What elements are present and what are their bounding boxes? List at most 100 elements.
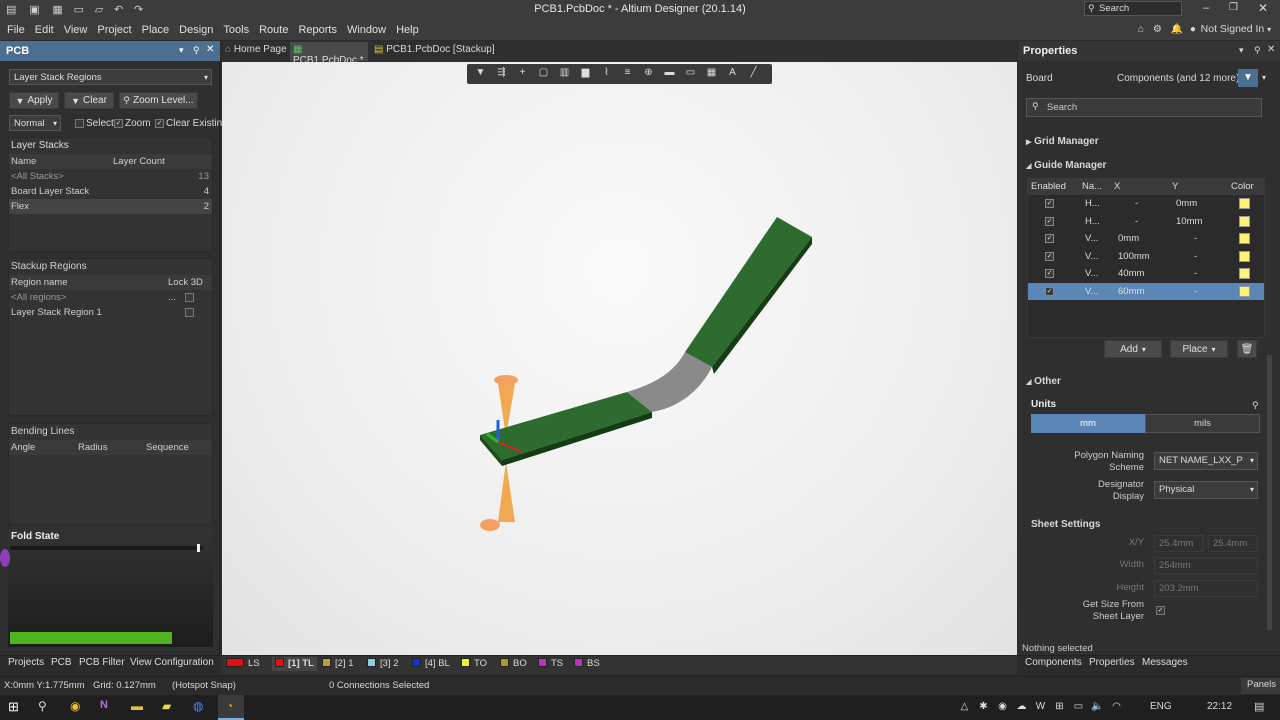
guide-color-swatch[interactable] xyxy=(1239,215,1250,227)
chrome-tray-icon[interactable]: ◉ xyxy=(993,701,1012,712)
col-region-name[interactable]: Region name xyxy=(11,275,68,290)
layer-stack-row[interactable]: <All Stacks> 13 xyxy=(9,169,212,184)
file-explorer-icon[interactable]: ▬ xyxy=(131,699,143,713)
guide-y[interactable]: - xyxy=(1194,283,1197,300)
altium-taskbar-button[interactable]: ◔ xyxy=(218,695,244,720)
layer-tab[interactable]: [4] BL xyxy=(412,657,450,671)
guide-enabled-checkbox[interactable]: ✓ xyxy=(1045,251,1054,261)
layer-tab[interactable]: TS xyxy=(538,657,563,671)
delete-guide-button[interactable]: 🗑 xyxy=(1237,340,1257,358)
menu-help[interactable]: Help xyxy=(391,20,424,40)
clear-existing-checkbox[interactable]: ✓ xyxy=(155,119,164,128)
sticky-notes-icon[interactable]: ▰ xyxy=(162,699,171,713)
col-sequence[interactable]: Sequence xyxy=(146,440,189,455)
panel-tab-projects[interactable]: Projects xyxy=(8,656,44,670)
lock-checkbox[interactable] xyxy=(185,293,194,302)
gear-icon[interactable]: ⚙ xyxy=(1153,24,1162,35)
menu-edit[interactable]: Edit xyxy=(30,20,59,40)
guide-row[interactable]: ✓ H... - 0mm xyxy=(1028,195,1264,212)
flex-board-3d[interactable] xyxy=(222,62,1017,655)
zoom-checkbox[interactable]: ✓ xyxy=(114,119,123,128)
open-icon[interactable]: ▭ xyxy=(74,4,84,16)
col-x[interactable]: X xyxy=(1114,178,1120,195)
onenote-icon[interactable]: N xyxy=(100,699,108,711)
grid-manager-header[interactable]: ▶ Grid Manager xyxy=(1026,136,1099,147)
guide-color-swatch[interactable] xyxy=(1239,233,1250,244)
panel-tab-pcb-filter[interactable]: PCB Filter xyxy=(79,656,125,670)
guide-x[interactable]: - xyxy=(1135,195,1138,212)
sheet-width-input[interactable]: 254mm xyxy=(1154,557,1258,574)
close-window-button[interactable]: ✕ xyxy=(1258,1,1268,15)
col-name[interactable]: Name xyxy=(11,154,36,169)
chevron-down-icon[interactable]: ▾ xyxy=(1262,73,1266,82)
chrome-icon[interactable]: ◉ xyxy=(70,699,80,713)
layer-tab[interactable]: [1] TL xyxy=(272,657,317,671)
panel-tab-view-configuration[interactable]: View Configuration xyxy=(130,656,214,670)
guide-y[interactable]: - xyxy=(1194,248,1197,265)
guide-x[interactable]: 60mm xyxy=(1118,283,1144,300)
layer-tab[interactable]: [2] 1 xyxy=(322,657,354,671)
menu-design[interactable]: Design xyxy=(174,20,218,40)
panel-tab-properties[interactable]: Properties xyxy=(1089,656,1135,670)
clear-button[interactable]: ▼ Clear xyxy=(64,92,114,109)
guide-y[interactable]: 10mm xyxy=(1176,213,1202,230)
select-checkbox[interactable] xyxy=(75,119,84,128)
battery-icon[interactable]: ▭ xyxy=(1069,701,1088,712)
menu-file[interactable]: File xyxy=(2,20,30,40)
search-box[interactable]: ⚲ Search xyxy=(1084,1,1182,16)
menu-icon[interactable]: ▤ xyxy=(6,4,16,16)
guide-enabled-checkbox[interactable]: ✓ xyxy=(1045,286,1054,296)
open-project-icon[interactable]: ▱ xyxy=(95,4,103,16)
guide-row[interactable]: ✓ V... 40mm - xyxy=(1028,265,1264,282)
components-filter[interactable]: Components (and 12 more) xyxy=(1117,73,1239,84)
size-from-layer-checkbox[interactable]: ✓ xyxy=(1156,606,1165,615)
notifications-icon[interactable]: 🔔 xyxy=(1171,24,1183,35)
tab-stackup[interactable]: ▤ PCB1.PcbDoc [Stackup] xyxy=(374,44,495,55)
col-name[interactable]: Na... xyxy=(1082,178,1102,195)
tab-pcb-doc[interactable]: ▦ PCB1.PcbDoc * xyxy=(290,42,368,66)
guide-row[interactable]: ✓ H... - 10mm xyxy=(1028,213,1264,230)
region-row[interactable]: Layer Stack Region 1 xyxy=(9,305,212,320)
panel-tab-components[interactable]: Components xyxy=(1025,656,1082,670)
add-guide-button[interactable]: Add ▾ xyxy=(1104,340,1162,358)
user-status[interactable]: Not Signed In xyxy=(1201,23,1265,35)
menu-view[interactable]: View xyxy=(59,20,93,40)
guide-color-swatch[interactable] xyxy=(1239,250,1250,262)
fold-state-slider[interactable] xyxy=(10,546,203,550)
chevron-down-icon[interactable]: ▾ xyxy=(1267,25,1271,34)
col-color[interactable]: Color xyxy=(1231,178,1254,195)
guide-enabled-checkbox[interactable]: ✓ xyxy=(1045,234,1054,243)
col-y[interactable]: Y xyxy=(1172,178,1178,195)
3d-viewport[interactable]: ▼ ⇶ + ▢ ▥ ▆ ⌇ ≡ ⊕ ▬ ▭ ▦ A ╱ xyxy=(222,62,1017,655)
place-guide-button[interactable]: Place ▾ xyxy=(1170,340,1228,358)
volume-icon[interactable]: 🔈 xyxy=(1088,701,1107,712)
guide-y[interactable]: - xyxy=(1194,230,1197,247)
properties-search[interactable]: ⚲ Search xyxy=(1026,98,1262,117)
tray-icon[interactable]: ✱ xyxy=(974,701,993,712)
layer-stack-row-selected[interactable]: Flex 2 xyxy=(9,199,212,214)
sheet-height-input[interactable]: 203.2mm xyxy=(1154,580,1258,597)
region-row[interactable]: <All regions> xyxy=(9,290,212,305)
notification-center-icon[interactable]: ▤ xyxy=(1254,700,1264,713)
menu-place[interactable]: Place xyxy=(137,20,175,40)
wifi-icon[interactable]: ◠ xyxy=(1107,701,1126,712)
col-enabled[interactable]: Enabled xyxy=(1031,178,1066,195)
cloud-icon[interactable]: ☁ xyxy=(1012,701,1031,712)
guide-x[interactable]: 40mm xyxy=(1118,265,1144,282)
layer-stack-row[interactable]: Board Layer Stack 4 xyxy=(9,184,212,199)
guide-enabled-checkbox[interactable]: ✓ xyxy=(1045,216,1054,226)
maximize-button[interactable]: ❐ xyxy=(1229,2,1238,13)
search-icon[interactable]: ⚲ xyxy=(38,699,47,713)
pin-icon[interactable]: ⚲ xyxy=(193,45,200,56)
redo-icon[interactable]: ↷ xyxy=(134,4,143,16)
lock-checkbox[interactable] xyxy=(185,308,194,317)
guide-color-swatch[interactable] xyxy=(1239,285,1250,297)
language-indicator[interactable]: ENG xyxy=(1150,701,1172,712)
units-mm-button[interactable]: mm xyxy=(1031,414,1145,433)
menu-window[interactable]: Window xyxy=(342,20,391,40)
fold-state-handle[interactable] xyxy=(197,544,200,552)
app-icon[interactable]: ◍ xyxy=(193,699,203,713)
panel-menu-icon[interactable]: ▾ xyxy=(179,45,184,56)
user-icon[interactable]: ● xyxy=(1190,24,1196,35)
undo-icon[interactable]: ↶ xyxy=(114,4,123,16)
